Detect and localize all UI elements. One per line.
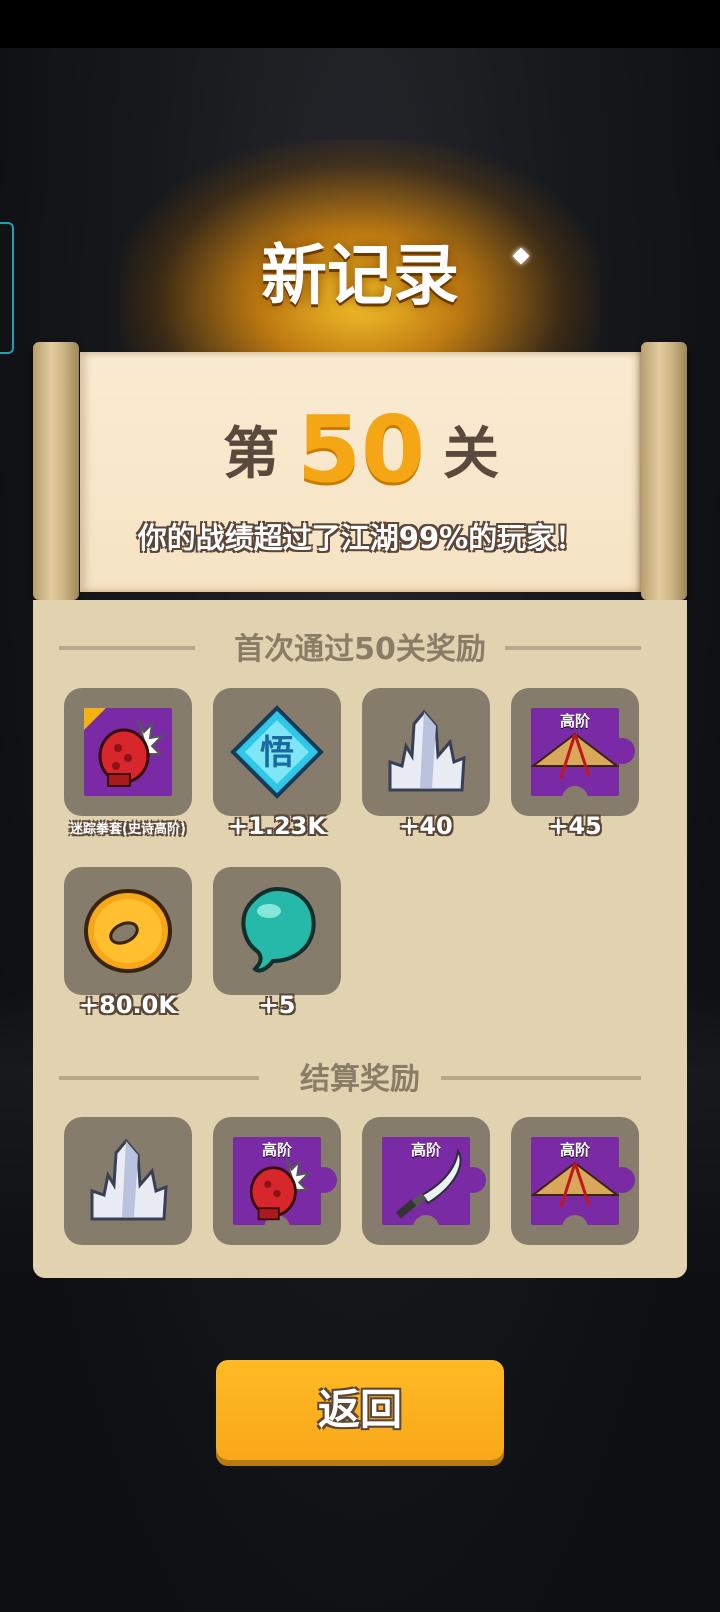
jade-droplet-icon <box>241 886 316 973</box>
level-number: 50 <box>296 396 426 503</box>
record-subtitle: 你的战绩超过了江湖99%的玩家！ <box>137 521 585 555</box>
gold-coin-icon <box>84 889 172 973</box>
crystal-icon <box>90 1138 168 1221</box>
status-bar <box>0 0 720 48</box>
first-clear-header: 首次通过50关奖励 <box>33 624 687 667</box>
reward-item-wu[interactable]: 悟 <box>213 688 341 816</box>
crystal-icon <box>388 709 466 792</box>
blue-diamond-wu-icon: 悟 <box>230 705 324 799</box>
puzzle-knob <box>311 1167 337 1193</box>
reward-item-gauntlet[interactable] <box>64 688 192 816</box>
settlement-item-gauntlet[interactable]: 高阶 <box>213 1117 341 1245</box>
settlement-header: 结算奖励 <box>33 1054 687 1097</box>
sword-icon <box>395 1147 462 1219</box>
reward-label: +5 <box>258 991 296 1019</box>
level-prefix: 第 <box>222 422 279 487</box>
back-button[interactable]: 返回 <box>216 1360 504 1460</box>
red-gauntlet-icon <box>249 1158 311 1221</box>
reward-item-jade[interactable] <box>213 867 341 995</box>
settlement-item-crystal[interactable] <box>64 1117 192 1245</box>
reward-label: 迷踪拳套(史诗高阶) <box>70 822 186 837</box>
scroll-roller-right <box>641 342 687 600</box>
straw-hat-icon <box>531 732 619 779</box>
level-suffix: 关 <box>443 422 500 487</box>
straw-hat-icon <box>531 1161 619 1208</box>
page-title: 新记录 <box>261 237 459 314</box>
reward-item-hat[interactable]: 高阶 <box>511 688 639 816</box>
reward-label: +1.23K <box>228 812 326 840</box>
red-gauntlet-icon <box>98 719 165 787</box>
reward-item-crystal[interactable] <box>362 688 490 816</box>
reward-item-coin[interactable] <box>64 867 192 995</box>
puzzle-notch <box>562 786 588 812</box>
wu-glyph: 悟 <box>260 733 294 773</box>
settlement-item-hat[interactable]: 高阶 <box>511 1117 639 1245</box>
puzzle-notch <box>562 1215 588 1241</box>
settlement-item-sword[interactable]: 高阶 <box>362 1117 490 1245</box>
reward-label: +80.0K <box>79 991 177 1019</box>
reward-label: +40 <box>399 812 453 840</box>
divider <box>441 1076 641 1080</box>
rewards-panel: 首次通过50关奖励 迷踪拳套(史诗高阶) 悟 +1.23K +40 高阶 +45… <box>33 600 687 1278</box>
level-display: 第 50 关 <box>80 396 642 503</box>
divider <box>505 646 641 650</box>
reward-label: +45 <box>548 812 602 840</box>
scroll-roller-left <box>33 342 79 600</box>
